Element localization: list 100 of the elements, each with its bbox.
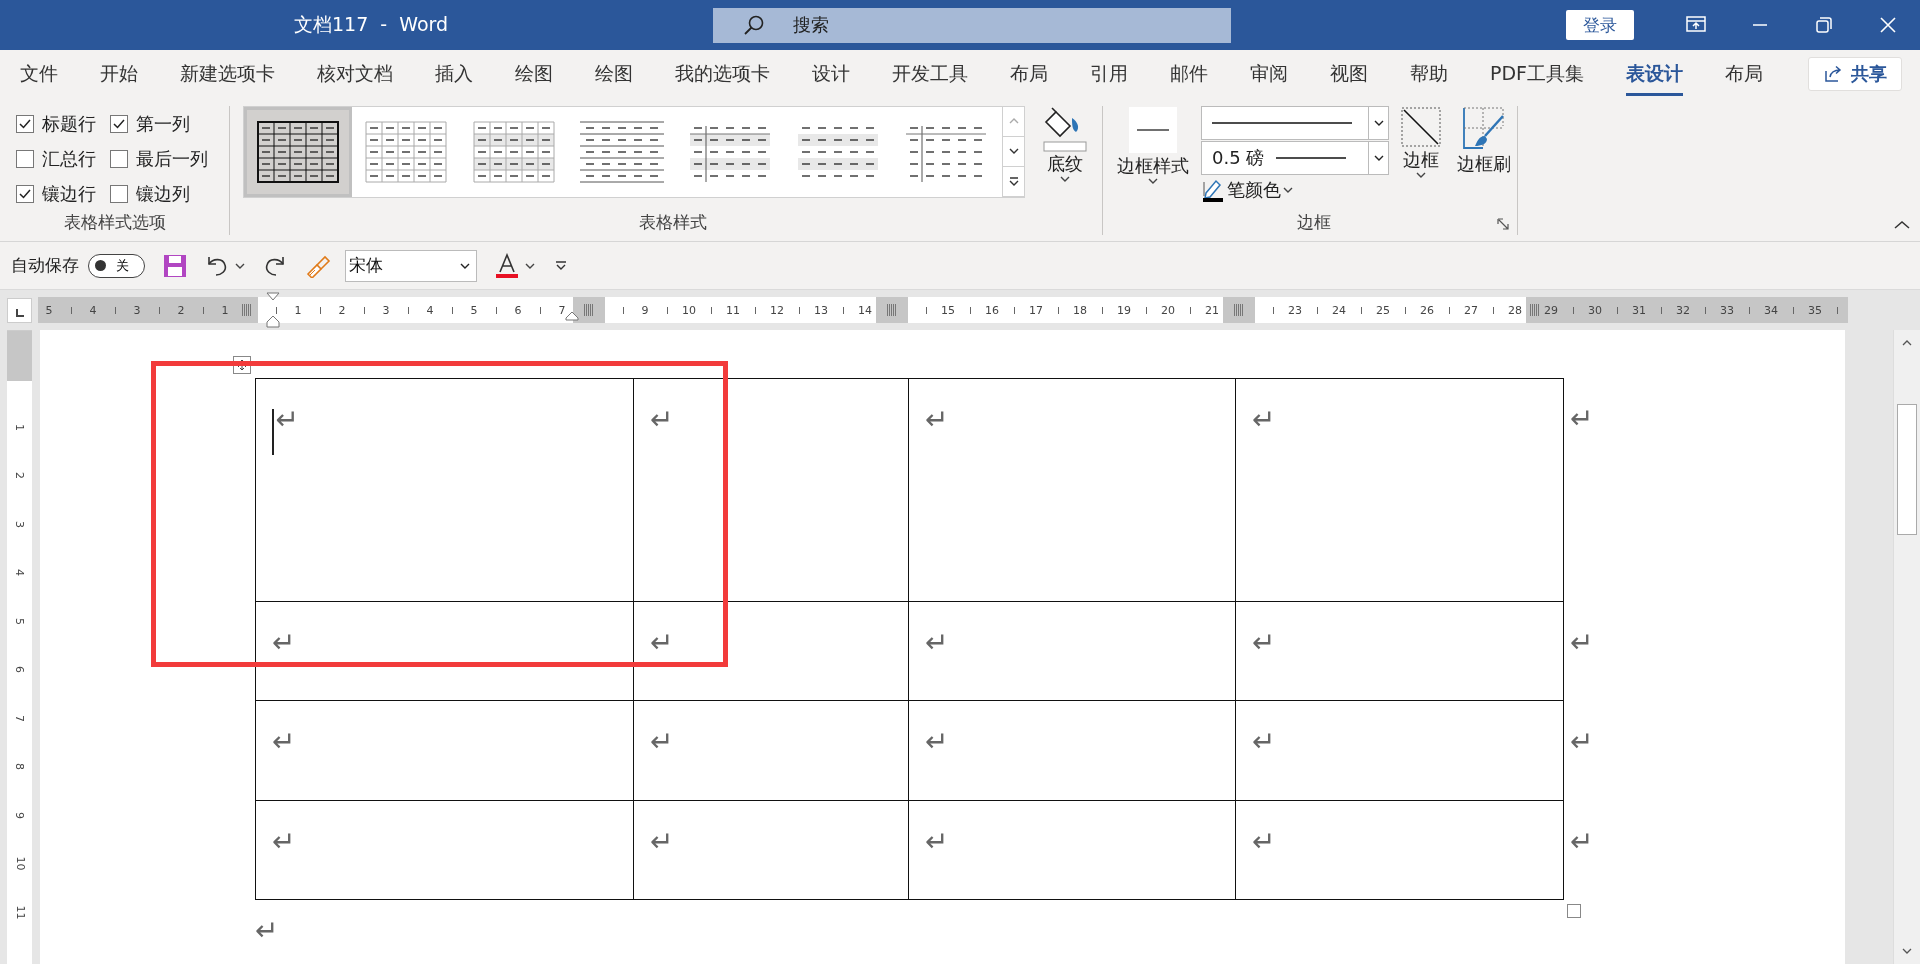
font-color-icon[interactable] [495,252,519,279]
right-indent-marker[interactable] [565,311,579,321]
borders-button[interactable]: 边框 [1395,106,1447,211]
scroll-up-icon[interactable] [1902,340,1912,346]
table-cell[interactable]: ↵ [255,378,634,602]
checkbox[interactable] [110,185,128,203]
column-marker[interactable] [1234,304,1244,316]
ribbon-tab[interactable]: 视图 [1330,52,1368,96]
column-marker[interactable] [1530,304,1540,316]
table-cell[interactable]: ↵ [634,378,909,602]
ruler-number: 4 [13,569,26,577]
column-marker[interactable] [887,304,897,316]
indent-marker[interactable] [266,292,280,328]
border-painter-button[interactable]: 边框刷 [1453,106,1515,211]
format-painter-icon[interactable] [305,253,331,278]
ribbon-tab[interactable]: 核对文档 [317,52,393,96]
ribbon-tab[interactable]: 表设计 [1626,52,1684,96]
ruler-number: 1 [220,303,230,317]
pen-icon [1201,178,1225,202]
save-icon[interactable] [163,253,187,278]
ribbon-tab[interactable]: 绘图 [515,52,553,96]
search-field[interactable]: 搜索 [713,7,1231,43]
table-cell[interactable]: ↵ [634,701,909,801]
ribbon-tab[interactable]: 开发工具 [892,52,968,96]
line-style-dropdown[interactable] [1201,106,1389,140]
restore-icon[interactable] [1813,14,1835,36]
ribbon-tab[interactable]: 设计 [812,52,850,96]
table-cell[interactable]: ↵ [909,602,1236,701]
pen-color-button[interactable]: 笔颜色 [1201,176,1389,204]
table-cell[interactable]: ↵ [634,602,909,701]
ribbon-tab[interactable]: 文件 [20,52,58,96]
caret-icon [1373,120,1384,126]
ribbon-tab[interactable]: 审阅 [1250,52,1288,96]
line-sample-icon [1212,121,1352,125]
share-icon [1823,65,1843,83]
check-icon [19,119,31,129]
ribbon-tab[interactable]: 邮件 [1170,52,1208,96]
vertical-scrollbar[interactable] [1893,330,1920,964]
ruler-number: 26 [1419,303,1435,317]
sign-in-button[interactable]: 登录 [1566,10,1634,40]
border-styles-button[interactable]: 边框样式 [1111,106,1195,211]
table-cell[interactable]: ↵ [255,602,634,701]
autosave-toggle[interactable]: 关 [88,253,145,278]
line-weight-dropdown[interactable]: 0.5 磅 [1201,141,1389,175]
ribbon-tab[interactable]: 开始 [100,52,138,96]
ribbon-tab[interactable]: 新建选项卡 [180,52,275,96]
checkbox[interactable] [16,150,34,168]
checkbox[interactable] [110,150,128,168]
column-marker[interactable] [242,304,252,316]
paint-bucket-icon [1042,106,1088,152]
ribbon-tab[interactable]: 插入 [435,52,473,96]
customize-icon[interactable] [555,260,567,271]
scroll-down-icon[interactable] [1008,147,1019,156]
font-dropdown[interactable]: 宋体 [345,249,477,282]
share-button[interactable]: 共享 [1808,57,1902,91]
ribbon-tab[interactable]: 布局 [1010,52,1048,96]
table-cell[interactable]: ↵ [909,701,1236,801]
ruler-number: 34 [1763,303,1779,317]
table-cell[interactable]: ↵ [634,801,909,900]
ruler-number: 16 [984,303,1000,317]
more-icon[interactable] [1008,177,1019,186]
table-resize-handle[interactable] [1567,904,1581,918]
ribbon-tab[interactable]: 布局 [1725,52,1764,96]
dialog-launcher-icon[interactable] [1497,218,1509,230]
checkbox[interactable] [16,185,34,203]
scroll-down-icon[interactable] [1902,948,1912,954]
ruler-number: 28 [1507,303,1523,317]
ruler-number: 4 [425,303,435,317]
ruler-number: 29 [1543,303,1559,317]
collapse-ribbon-icon[interactable] [1894,220,1910,230]
checkbox-label: 标题行 [42,112,96,136]
shading-button[interactable]: 底纹 [1039,106,1091,211]
dropdown-icon[interactable] [235,262,245,269]
table-cell[interactable]: ↵ [255,801,634,900]
table-style-option[interactable] [244,107,352,197]
table-cell[interactable]: ↵ [909,378,1236,602]
group-label: 表格样式选项 [63,211,166,234]
row-end-mark: ↵ [1570,825,1594,858]
ribbon-tab[interactable]: PDF工具集 [1490,52,1585,96]
ribbon-tab[interactable]: 我的选项卡 [675,52,770,96]
tab-selector[interactable] [7,297,32,323]
table-cell[interactable]: ↵ [1236,602,1564,701]
ruler-number: 25 [1375,303,1391,317]
table-cell[interactable]: ↵ [255,701,634,801]
autosave-label: 自动保存 [11,254,79,277]
table-cell[interactable]: ↵ [909,801,1236,900]
table-cell[interactable]: ↵ [1236,701,1564,801]
row-end-mark: ↵ [1570,402,1594,435]
checkbox[interactable] [110,115,128,133]
paragraph-mark: ↵ [1252,626,1276,660]
ribbon-tab[interactable]: 引用 [1090,52,1128,96]
scrollbar-thumb[interactable] [1897,404,1917,535]
search-placeholder: 搜索 [793,13,829,37]
column-marker[interactable] [584,304,594,316]
checkbox[interactable] [16,115,34,133]
ribbon-tab[interactable]: 绘图 [595,52,633,96]
paragraph-mark: ↵ [650,825,674,859]
ribbon-tab[interactable]: 帮助 [1410,52,1448,96]
table-cell[interactable]: ↵ [1236,378,1564,602]
table-cell[interactable]: ↵ [1236,801,1564,900]
